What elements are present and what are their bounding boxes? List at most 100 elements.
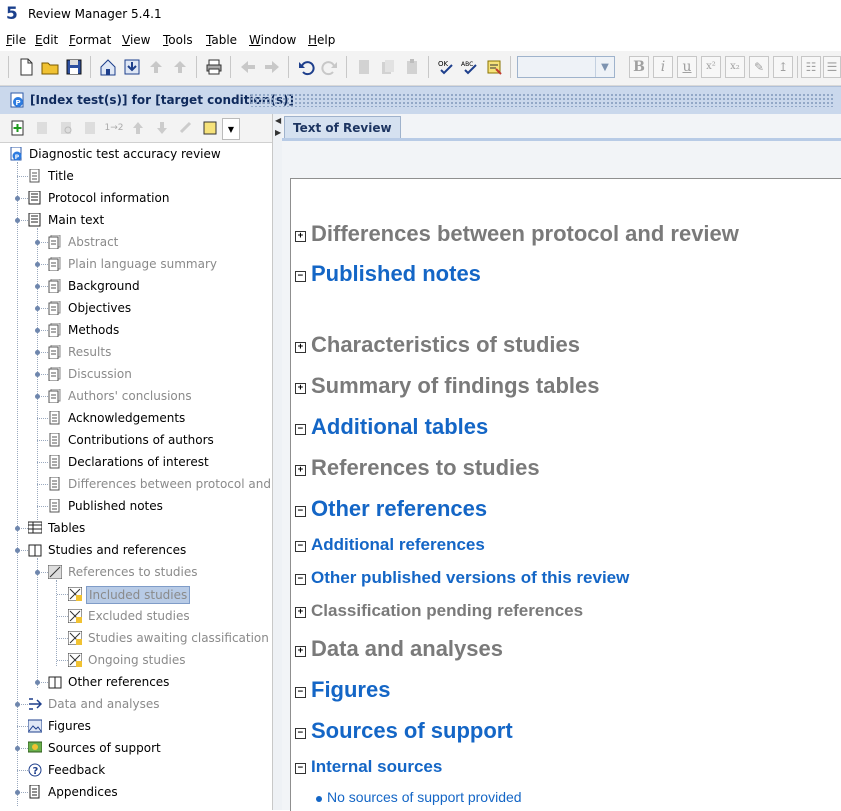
back-arrow-icon[interactable] <box>237 56 259 78</box>
expand-right-icon[interactable]: ▶ <box>275 128 281 137</box>
toolbar-dropdown-icon[interactable]: ▼ <box>222 118 240 140</box>
tree-item-acknowledgements[interactable]: Acknowledgements <box>0 408 270 428</box>
tree-item-sources-of-support[interactable]: Sources of support <box>0 738 270 758</box>
expand-icon[interactable]: + <box>295 607 306 618</box>
collapse-left-icon[interactable]: ◀ <box>275 116 281 125</box>
tree-item-results[interactable]: Results <box>0 342 270 362</box>
expand-toggle-icon[interactable] <box>35 328 40 333</box>
properties-icon[interactable] <box>32 118 52 138</box>
style-select[interactable]: ▼ <box>517 56 615 78</box>
section-characteristics-of-studies[interactable]: + Characteristics of studies <box>291 332 831 362</box>
expand-toggle-icon[interactable] <box>15 702 20 707</box>
tree-item-data-and-analyses[interactable]: Data and analyses <box>0 694 270 714</box>
review-text-editor[interactable]: + Differences between protocol and review… <box>290 178 841 811</box>
section-data-and-analyses[interactable]: + Data and analyses <box>291 636 831 666</box>
expand-icon[interactable]: + <box>295 646 306 657</box>
home-icon[interactable] <box>97 56 119 78</box>
collapse-icon[interactable]: − <box>295 728 306 739</box>
collapse-icon[interactable]: − <box>295 541 306 552</box>
bold-button[interactable]: B <box>629 56 649 78</box>
menu-view[interactable]: View <box>122 33 150 47</box>
tree-item-main-text[interactable]: Main text <box>0 210 270 230</box>
tree-item-tables[interactable]: Tables <box>0 518 270 538</box>
collapse-icon[interactable]: − <box>295 574 306 585</box>
expand-toggle-icon[interactable] <box>15 548 20 553</box>
docbar-grip[interactable] <box>250 93 835 107</box>
note-icon[interactable] <box>200 118 220 138</box>
section-differences-between-protocol-and-review[interactable]: + Differences between protocol and review <box>291 221 831 251</box>
expand-toggle-icon[interactable] <box>35 284 40 289</box>
tree-item-differences-between-protocol-and-review[interactable]: Differences between protocol and review <box>0 474 314 494</box>
upload-up-icon[interactable] <box>145 56 167 78</box>
tree-item-studies-awaiting-classification[interactable]: Studies awaiting classification <box>0 628 270 648</box>
cut-icon[interactable] <box>353 56 375 78</box>
expand-toggle-icon[interactable] <box>15 218 20 223</box>
forward-arrow-icon[interactable] <box>261 56 283 78</box>
expand-toggle-icon[interactable] <box>35 262 40 267</box>
section-internal-sources[interactable]: − Internal sources <box>291 757 831 781</box>
expand-toggle-icon[interactable] <box>35 570 40 575</box>
collapse-icon[interactable]: − <box>295 271 306 282</box>
renumber-icon[interactable]: 1→2 <box>104 118 124 138</box>
expand-toggle-icon[interactable] <box>15 526 20 531</box>
collapse-icon[interactable]: − <box>295 687 306 698</box>
tree-item-included-studies[interactable]: Included studies <box>0 584 270 604</box>
edit-icon[interactable] <box>80 118 100 138</box>
chevron-down-icon[interactable]: ▼ <box>595 57 614 77</box>
menu-edit[interactable]: Edit <box>35 33 58 47</box>
section-published-notes[interactable]: − Published notes <box>291 261 831 291</box>
paste-icon[interactable] <box>401 56 423 78</box>
numbered-list-button[interactable]: ☰ <box>823 56 841 78</box>
collapse-icon[interactable]: − <box>295 424 306 435</box>
tree-item-title[interactable]: Title <box>0 166 270 186</box>
tree-item-discussion[interactable]: Discussion <box>0 364 270 384</box>
tree-item-plain-language-summary[interactable]: Plain language summary <box>0 254 270 274</box>
find-icon[interactable] <box>56 118 76 138</box>
section-other-references[interactable]: − Other references <box>291 496 831 526</box>
spellcheck-abc-icon[interactable]: ABC <box>459 56 481 78</box>
print-icon[interactable] <box>203 56 225 78</box>
expand-toggle-icon[interactable] <box>35 306 40 311</box>
new-file-icon[interactable] <box>15 56 37 78</box>
tree-item-declarations-of-interest[interactable]: Declarations of interest <box>0 452 270 472</box>
spellcheck-ok-icon[interactable]: OK <box>435 56 457 78</box>
expand-toggle-icon[interactable] <box>35 350 40 355</box>
tree-item-published-notes[interactable]: Published notes <box>0 496 270 516</box>
list-button[interactable]: ☷ <box>801 56 821 78</box>
tree-item-studies-and-references[interactable]: Studies and references <box>0 540 270 560</box>
expand-icon[interactable]: + <box>295 383 306 394</box>
expand-toggle-icon[interactable] <box>15 746 20 751</box>
collapse-icon[interactable]: − <box>295 506 306 517</box>
expand-icon[interactable]: + <box>295 231 306 242</box>
section-figures[interactable]: − Figures <box>291 677 831 707</box>
section-additional-references[interactable]: − Additional references <box>291 535 831 559</box>
add-item-icon[interactable] <box>8 118 28 138</box>
expand-icon[interactable]: + <box>295 342 306 353</box>
italic-button[interactable]: i <box>653 56 673 78</box>
download-icon[interactable] <box>121 56 143 78</box>
tree-item-authors-conclusions[interactable]: Authors' conclusions <box>0 386 270 406</box>
expand-toggle-icon[interactable] <box>15 196 20 201</box>
menu-help[interactable]: Help <box>308 33 335 47</box>
collapse-icon[interactable]: − <box>295 763 306 774</box>
copy-icon[interactable] <box>377 56 399 78</box>
section-summary-of-findings-tables[interactable]: + Summary of findings tables <box>291 373 831 403</box>
support-source-item[interactable]: No sources of support provided <box>327 789 522 805</box>
tree-item-methods[interactable]: Methods <box>0 320 270 340</box>
section-other-published-versions-of-this-review[interactable]: − Other published versions of this review <box>291 568 831 592</box>
superscript-button[interactable]: x² <box>701 56 721 78</box>
tree-item-ongoing-studies[interactable]: Ongoing studies <box>0 650 270 670</box>
expand-toggle-icon[interactable] <box>15 790 20 795</box>
tree-item-excluded-studies[interactable]: Excluded studies <box>0 606 270 626</box>
menu-file[interactable]: File <box>6 33 26 47</box>
tree-item-protocol-information[interactable]: Protocol information <box>0 188 270 208</box>
link-icon[interactable] <box>176 118 196 138</box>
expand-toggle-icon[interactable] <box>35 680 40 685</box>
menu-window[interactable]: Window <box>249 33 296 47</box>
tree-item-appendices[interactable]: Appendices <box>0 782 270 802</box>
move-up-icon[interactable] <box>128 118 148 138</box>
underline-button[interactable]: u <box>677 56 697 78</box>
section-additional-tables[interactable]: − Additional tables <box>291 414 831 444</box>
expand-toggle-icon[interactable] <box>35 240 40 245</box>
tree-item-objectives[interactable]: Objectives <box>0 298 270 318</box>
